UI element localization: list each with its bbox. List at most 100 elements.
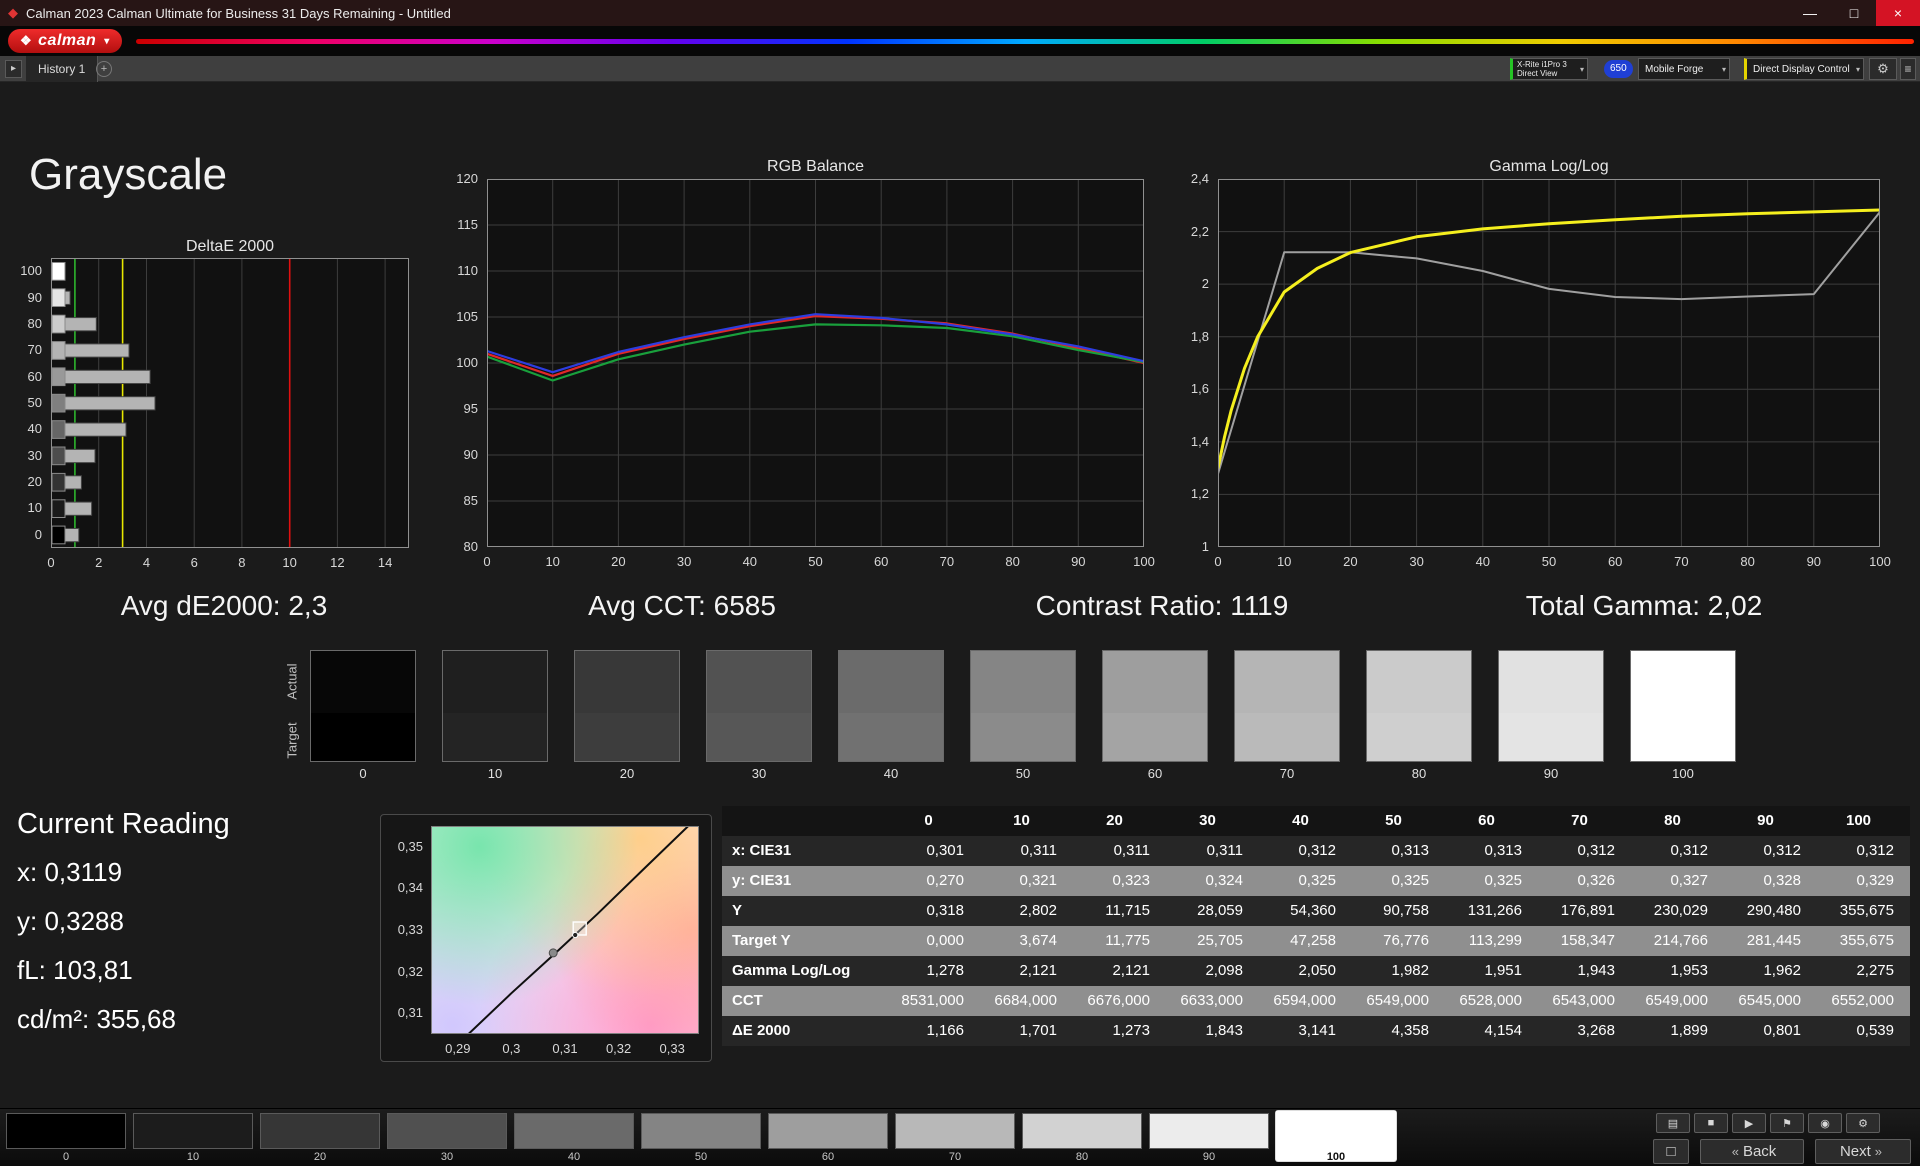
axis-tick-label: 100	[1133, 554, 1155, 569]
table-cell: 0,270	[926, 872, 964, 889]
patch-button-70[interactable]: 70	[895, 1113, 1015, 1163]
axis-tick-label: 90	[1071, 554, 1086, 569]
calman-logo-text: calman	[38, 32, 97, 49]
grayscale-swatch-30[interactable]	[706, 650, 812, 762]
grayscale-swatch-20[interactable]	[574, 650, 680, 762]
table-cell: 4,154	[1484, 1022, 1522, 1039]
grayscale-swatch-90[interactable]	[1498, 650, 1604, 762]
back-button[interactable]: « Back	[1700, 1139, 1804, 1164]
table-cell: 113,299	[1468, 932, 1522, 949]
grayscale-swatch-70[interactable]	[1234, 650, 1340, 762]
minimize-button[interactable]: —	[1788, 0, 1832, 26]
titlebar: ◆ Calman 2023 Calman Ultimate for Busine…	[0, 0, 1920, 26]
grayscale-swatch-60[interactable]	[1102, 650, 1208, 762]
contrast-ratio-value: Contrast Ratio: 1119	[1035, 590, 1289, 621]
stop-icon[interactable]: ■	[1694, 1113, 1728, 1133]
history-nav-button[interactable]: ▸	[5, 60, 22, 78]
source-selector[interactable]: Mobile Forge ▾	[1638, 58, 1730, 80]
swatch-level-label: 70	[1279, 766, 1295, 781]
patch-button-50[interactable]: 50	[641, 1113, 761, 1163]
next-button[interactable]: Next »	[1815, 1139, 1911, 1164]
patch-button-0[interactable]: 0	[6, 1113, 126, 1163]
table-cell: 0,311	[1206, 842, 1243, 859]
patch-label: 50	[694, 1151, 708, 1163]
table-header-cell: 30	[1199, 812, 1216, 829]
tab-history-1[interactable]: History 1	[26, 56, 99, 82]
patch-label: 40	[567, 1151, 581, 1163]
table-cell: 1,278	[926, 962, 964, 979]
patch-button-80[interactable]: 80	[1022, 1113, 1142, 1163]
table-cell: 0,313	[1391, 842, 1429, 859]
axis-tick-label: 120	[456, 171, 478, 186]
display-control-selector[interactable]: Direct Display Control ▾	[1744, 58, 1864, 80]
axis-tick-label: 90	[27, 289, 42, 305]
patch-button-20[interactable]: 20	[260, 1113, 380, 1163]
patch-label: 90	[1202, 1151, 1216, 1163]
settings-icon[interactable]: ⚙	[1846, 1113, 1880, 1133]
swatch-actual	[707, 651, 811, 713]
grayscale-swatch-40[interactable]	[838, 650, 944, 762]
gear-icon[interactable]: ⚙	[1869, 58, 1897, 80]
meter-sync-badge[interactable]: 650	[1604, 60, 1633, 78]
patch-button-10[interactable]: 10	[133, 1113, 253, 1163]
table-row: x: CIE31 0,301 0,311 0,311 0,311 0,312 0,313 0,…	[722, 836, 1910, 866]
grayscale-swatch-0[interactable]	[310, 650, 416, 762]
calman-app: ◆ Calman 2023 Calman Ultimate for Busine…	[0, 0, 1920, 1166]
swatch-actual	[1631, 651, 1735, 713]
table-cell: 1,273	[1112, 1022, 1150, 1039]
meter-label: X-Rite i1Pro 3 Direct View	[1517, 60, 1567, 78]
calman-app-icon: ◆	[8, 5, 18, 20]
swatch-level-label: 60	[1147, 766, 1163, 781]
gamma-chart: Gamma Log/Log 1 1,2 1,4 1,6 1,8 2 2,2 2,4 0 10 20 3…	[1176, 158, 1920, 590]
grayscale-swatch-50[interactable]	[970, 650, 1076, 762]
maximize-button[interactable]: □	[1832, 0, 1876, 26]
patch-window-button[interactable]: □	[1653, 1139, 1689, 1164]
play-icon[interactable]: ▶	[1732, 1113, 1766, 1133]
table-cell: 290,480	[1746, 902, 1801, 919]
axis-tick-label: 10	[27, 500, 42, 516]
patch-button-100[interactable]: 100	[1276, 1111, 1396, 1163]
grayscale-swatch-10[interactable]	[442, 650, 548, 762]
table-header-cell: 50	[1385, 812, 1402, 829]
patch-button-30[interactable]: 30	[387, 1113, 507, 1163]
table-cell: 0,326	[1577, 872, 1615, 889]
swatch-level-label: 10	[487, 766, 503, 781]
table-cell: 3,141	[1298, 1022, 1336, 1039]
patch-button-90[interactable]: 90	[1149, 1113, 1269, 1163]
table-cell: 1,701	[1019, 1022, 1057, 1039]
gamma-plot	[1218, 179, 1880, 547]
axis-tick-label: 85	[463, 493, 478, 508]
axis-tick-label: 40	[742, 554, 758, 569]
table-header-cell: 60	[1478, 812, 1495, 829]
table-cell: 0,312	[1577, 842, 1615, 859]
menu-icon[interactable]: ≡	[1900, 58, 1916, 80]
patch-grid-icon[interactable]: ▤	[1656, 1113, 1690, 1133]
axis-tick-label: 80	[463, 539, 478, 554]
table-cell: 25,705	[1197, 932, 1243, 949]
grayscale-swatch-80[interactable]	[1366, 650, 1472, 762]
meter-selector[interactable]: X-Rite i1Pro 3 Direct View ▾	[1510, 58, 1588, 80]
display-control-label: Direct Display Control	[1753, 63, 1850, 75]
total-gamma-value: Total Gamma: 2,02	[1525, 590, 1763, 621]
close-button[interactable]: ×	[1876, 0, 1920, 26]
patch-button-40[interactable]: 40	[514, 1113, 634, 1163]
record-icon[interactable]: ◉	[1808, 1113, 1842, 1133]
table-cell: 0,324	[1205, 872, 1243, 889]
current-reading-panel: Current Reading x: 0,3119 y: 0,3288 fL: …	[17, 808, 230, 1053]
calman-logo-button[interactable]: ❖ calman ▾	[8, 29, 122, 53]
cie-chart: 0,31 0,32 0,33 0,34 0,35 0,29 0,3 0,31 0,32 0,33	[380, 814, 712, 1062]
patch-button-60[interactable]: 60	[768, 1113, 888, 1163]
target-row-label: Target	[284, 722, 300, 759]
table-header-cell: 90	[1757, 812, 1774, 829]
axis-tick-label: 0,32	[397, 963, 423, 979]
table-row: ΔE 2000 1,166 1,701 1,273 1,843 3,141 4,358 4,1…	[722, 1016, 1910, 1046]
swatch-target	[1103, 713, 1207, 761]
flag-icon[interactable]: ⚑	[1770, 1113, 1804, 1133]
patch-color	[641, 1113, 761, 1149]
grayscale-swatch-100[interactable]	[1630, 650, 1736, 762]
add-tab-button[interactable]: +	[96, 61, 112, 77]
axis-tick-label: 0,33	[397, 922, 423, 937]
axis-tick-label: 80	[27, 315, 42, 331]
table-cell: 1,166	[926, 1022, 964, 1039]
table-cell: 2,275	[1856, 962, 1894, 979]
